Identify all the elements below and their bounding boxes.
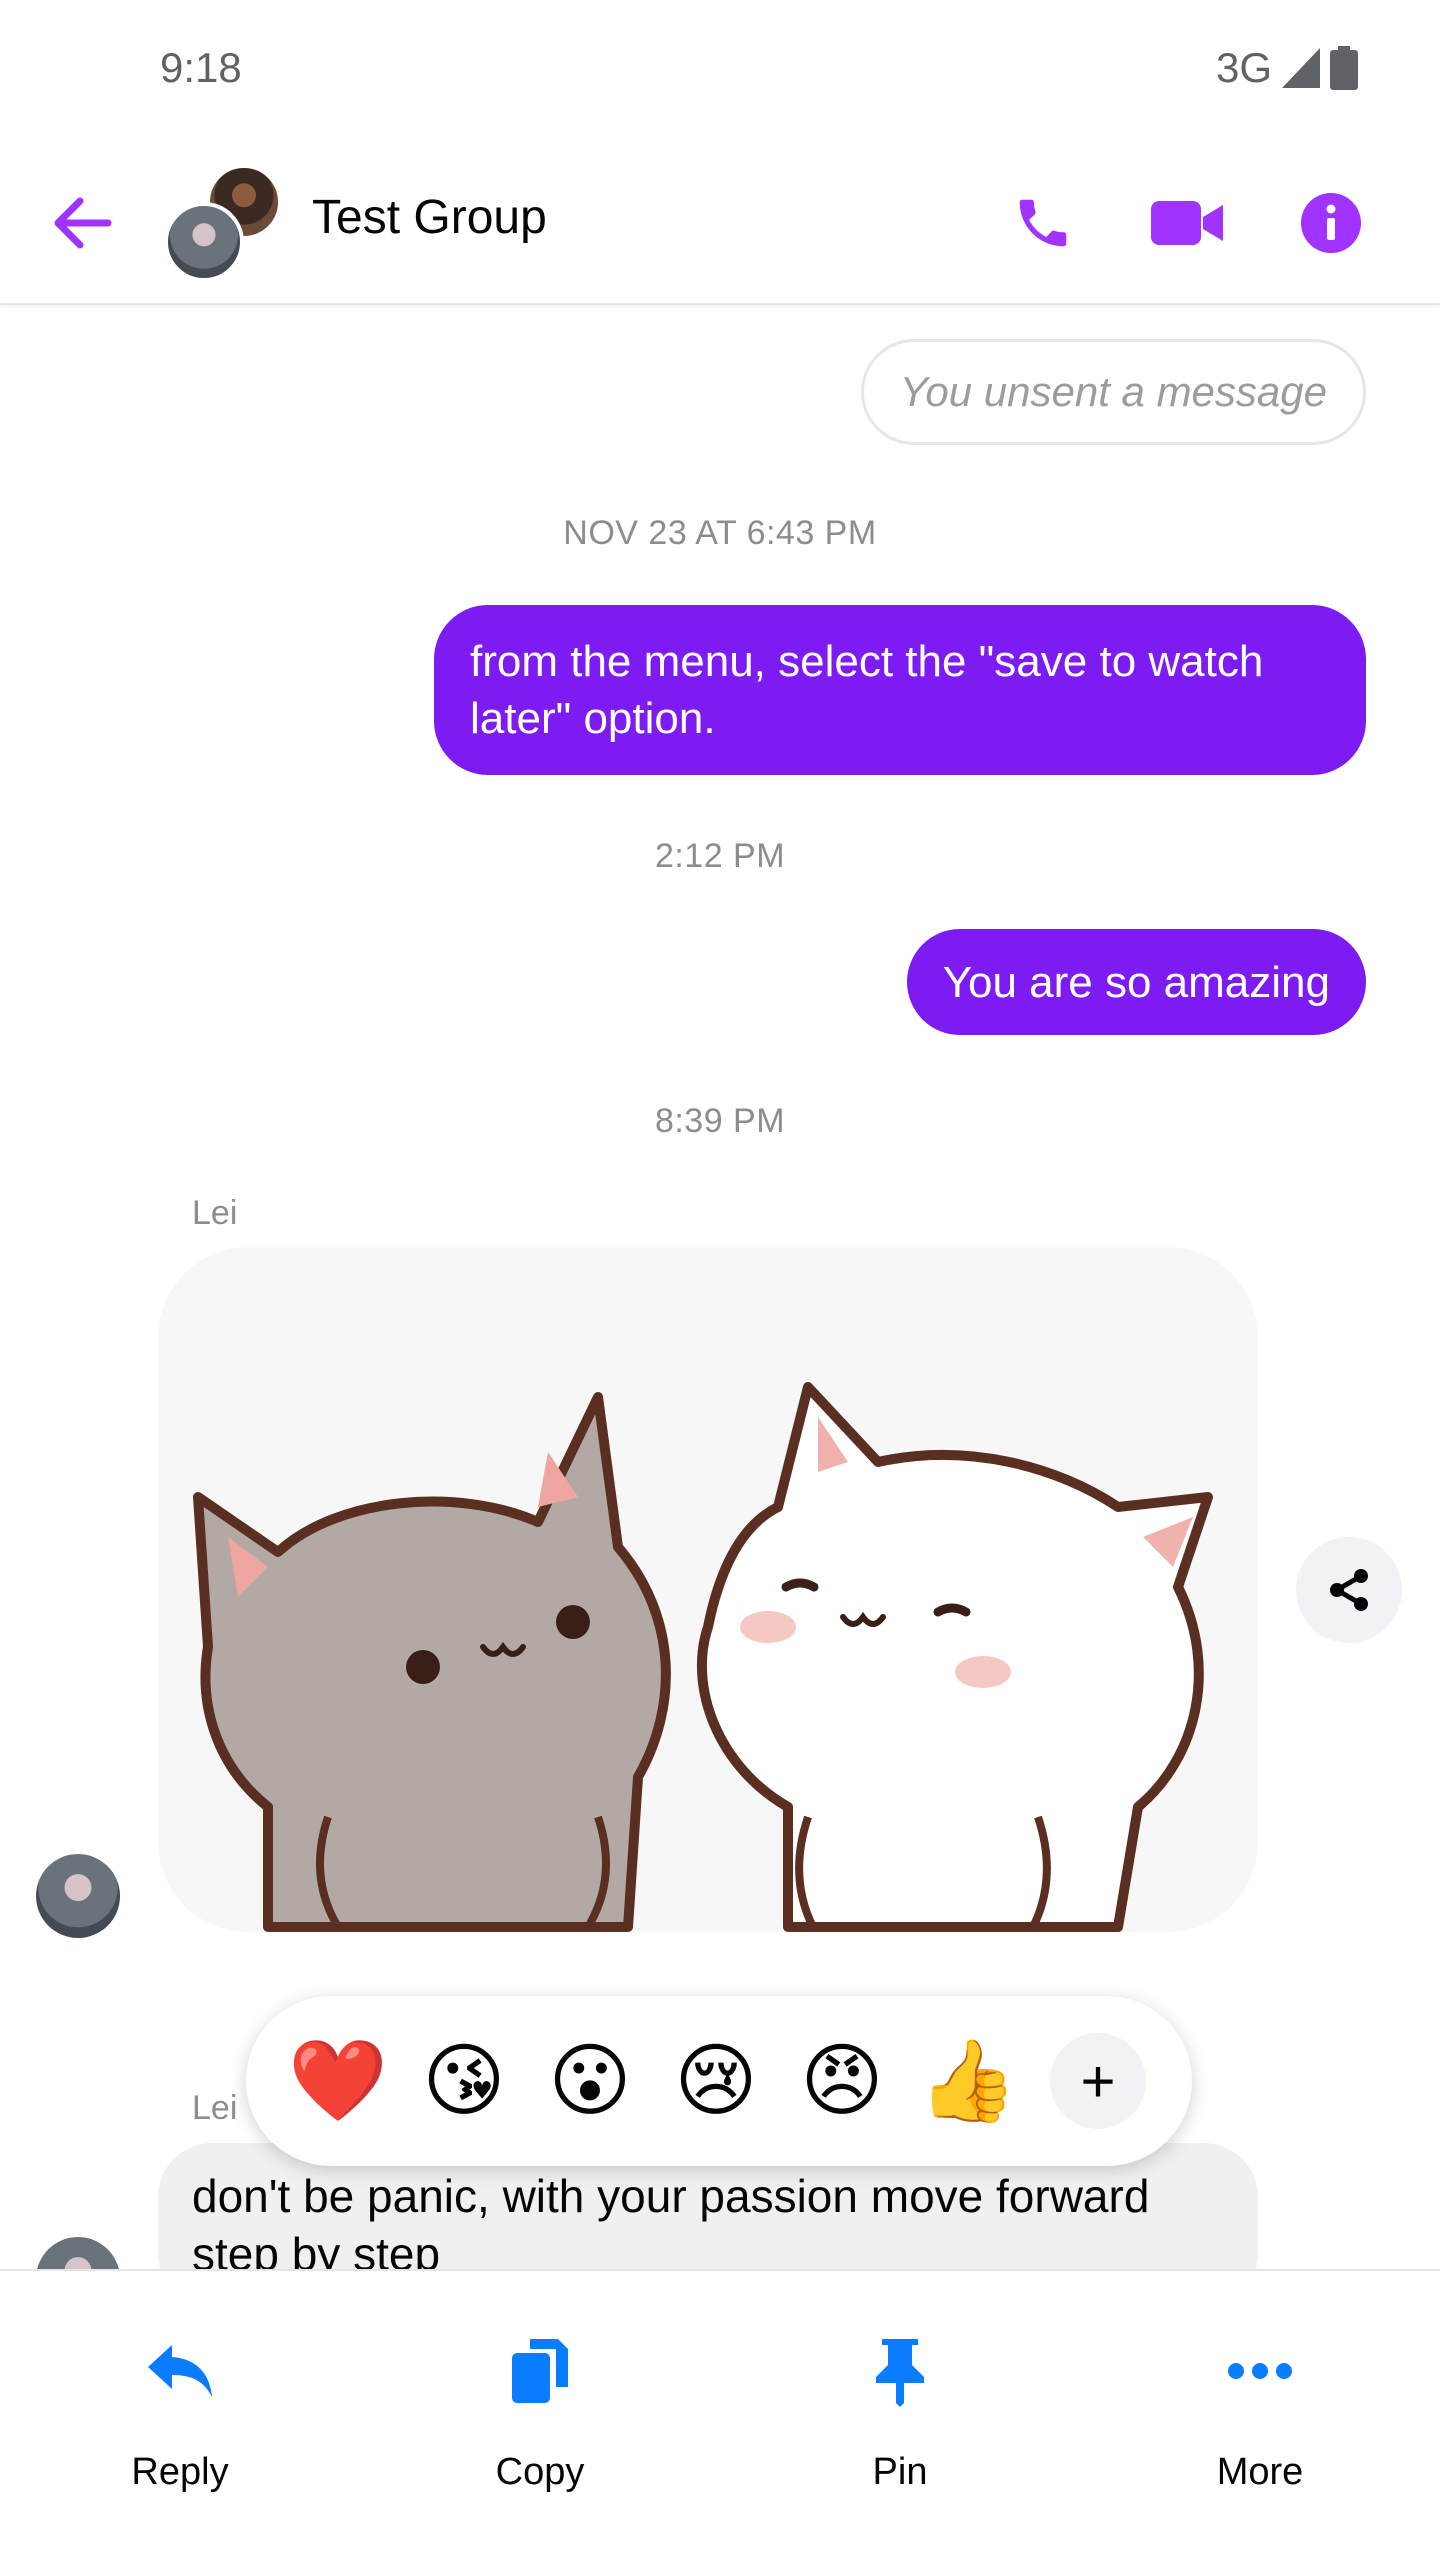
pin-button[interactable]: Pin: [790, 2331, 1010, 2494]
group-avatar[interactable]: [164, 164, 282, 282]
timestamp: 8:39 PM: [654, 1102, 786, 1140]
sender-avatar[interactable]: [36, 2237, 120, 2269]
timestamp: 2:12 PM: [654, 837, 786, 875]
back-button[interactable]: [42, 188, 122, 258]
copy-label: Copy: [495, 2451, 585, 2493]
screen: 9:18 3G Test Group You unsent a message …: [0, 0, 1440, 2560]
outgoing-message[interactable]: from the menu, select the "save to watch…: [434, 605, 1366, 775]
back-arrow-icon: [54, 197, 112, 249]
chat-header: Test Group: [0, 140, 1440, 305]
sender-name: Lei: [192, 2089, 238, 2127]
reaction-angry[interactable]: 😠: [794, 2033, 890, 2129]
info-icon: [1301, 193, 1361, 253]
more-reactions-button[interactable]: +: [1050, 2033, 1146, 2129]
status-indicators: 3G: [1216, 44, 1358, 92]
reaction-wow[interactable]: 😮: [542, 2033, 638, 2129]
unsent-message[interactable]: You unsent a message: [860, 339, 1366, 445]
more-dots-icon: [1220, 2331, 1300, 2411]
reply-button[interactable]: Reply: [70, 2331, 290, 2494]
message-list[interactable]: You unsent a message NOV 23 AT 6:43 PM f…: [0, 307, 1440, 2269]
more-label: More: [1216, 2451, 1304, 2493]
cats-sticker-image: [193, 1382, 1213, 1932]
reply-icon: [140, 2331, 220, 2411]
battery-icon: [1330, 46, 1358, 90]
reaction-kiss[interactable]: 😘: [416, 2033, 512, 2129]
network-type: 3G: [1215, 44, 1272, 91]
signal-icon: [1282, 48, 1320, 88]
pin-icon: [860, 2331, 940, 2411]
sender-name: Lei: [192, 1194, 238, 1232]
copy-icon: [500, 2331, 580, 2411]
status-time: 9:18: [160, 44, 242, 91]
share-button[interactable]: [1296, 1537, 1402, 1643]
timestamp: NOV 23 AT 6:43 PM: [563, 514, 877, 552]
pin-label: Pin: [872, 2451, 928, 2493]
video-call-button[interactable]: [1142, 178, 1232, 268]
reaction-picker: ❤️ 😘 😮 😢 😠 👍 +: [246, 1996, 1192, 2166]
reaction-sad[interactable]: 😢: [668, 2033, 764, 2129]
reply-label: Reply: [131, 2451, 229, 2493]
sender-avatar[interactable]: [36, 1854, 120, 1938]
share-icon: [1330, 1569, 1368, 1611]
copy-button[interactable]: Copy: [430, 2331, 650, 2494]
avatar: [164, 202, 244, 282]
status-bar: 9:18 3G: [0, 0, 1440, 140]
more-button[interactable]: More: [1150, 2331, 1370, 2494]
reaction-heart[interactable]: ❤️: [288, 2033, 388, 2129]
video-camera-icon: [1151, 201, 1223, 245]
info-button[interactable]: [1286, 178, 1376, 268]
chat-title[interactable]: Test Group: [312, 190, 547, 245]
outgoing-message[interactable]: You are so amazing: [906, 929, 1366, 1035]
phone-icon: [1019, 199, 1067, 247]
audio-call-button[interactable]: [998, 178, 1088, 268]
sticker-message[interactable]: [158, 1247, 1258, 1932]
reaction-thumbs-up[interactable]: 👍: [918, 2033, 1018, 2129]
message-action-bar: Reply Copy Pin More: [0, 2269, 1440, 2560]
